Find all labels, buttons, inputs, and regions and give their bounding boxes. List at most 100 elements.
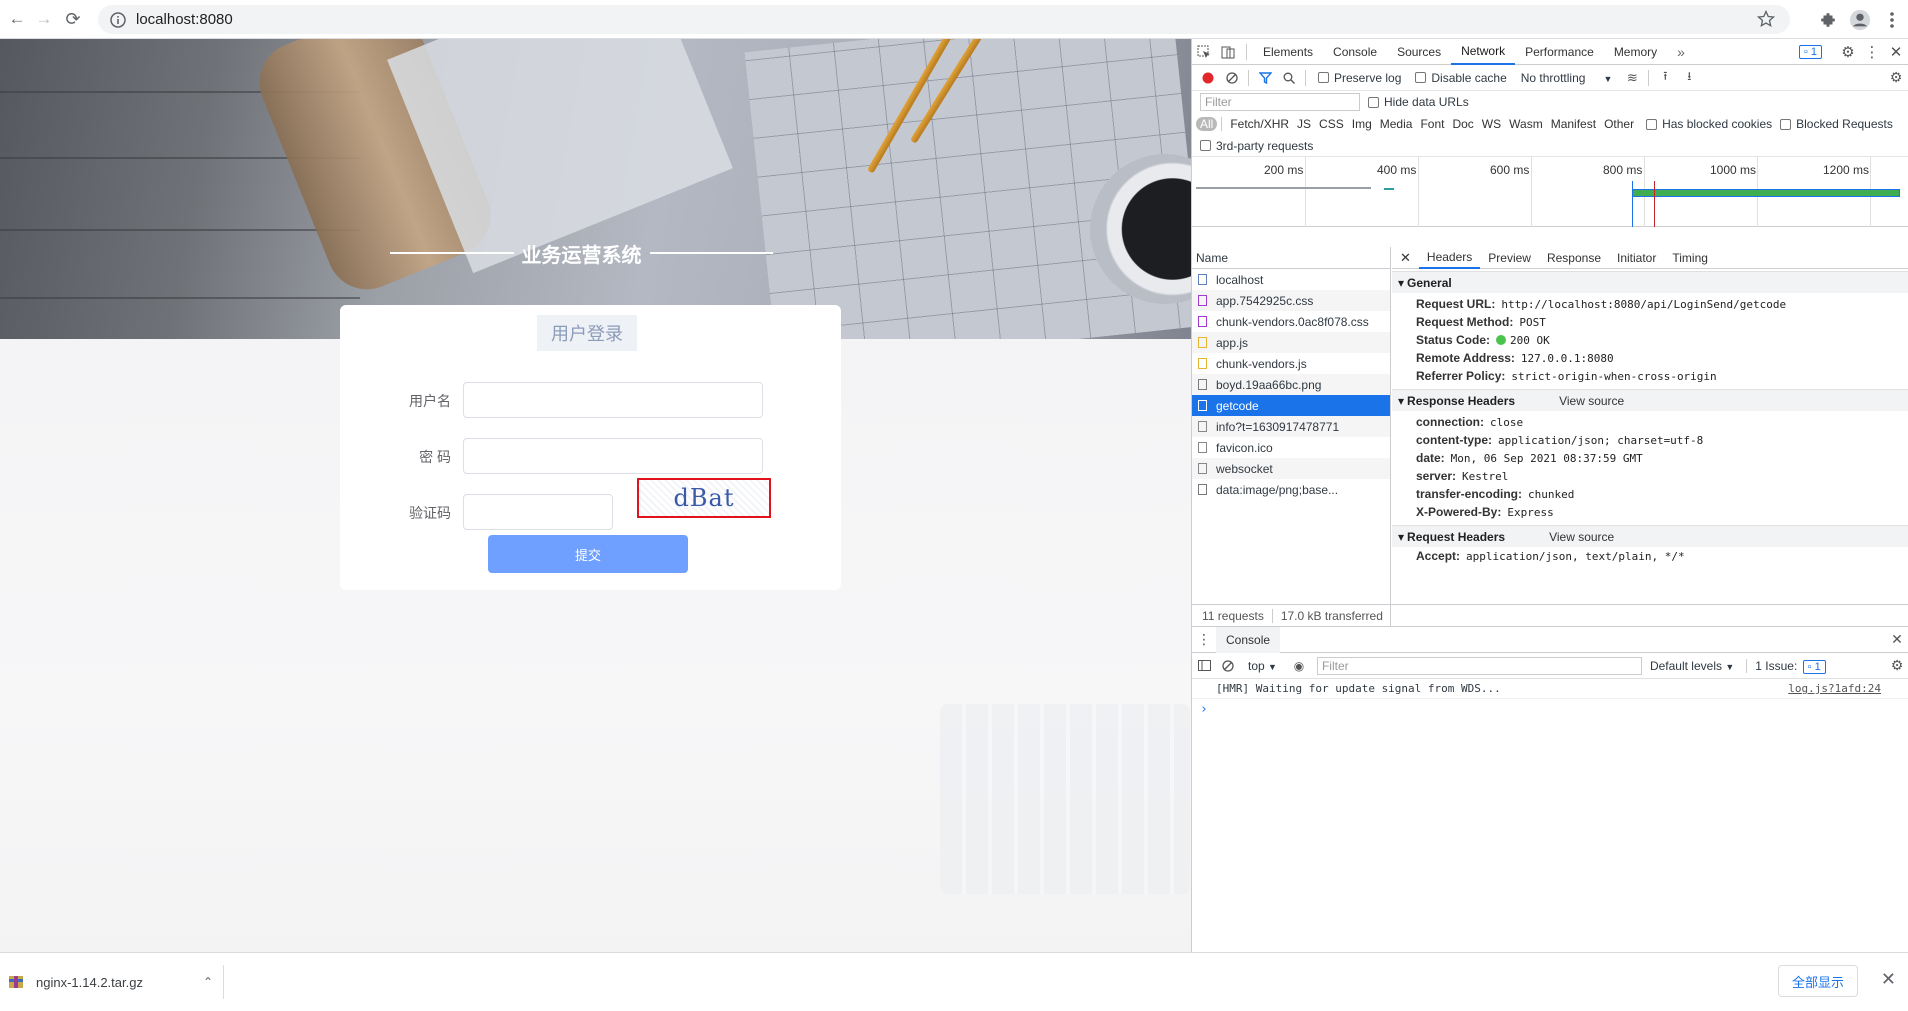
chrome-menu-icon[interactable] — [1876, 3, 1908, 37]
type-wasm[interactable]: Wasm — [1505, 117, 1547, 131]
request-row[interactable]: localhost — [1192, 269, 1390, 290]
tab-preview[interactable]: Preview — [1480, 251, 1539, 265]
live-expression-eye-icon[interactable]: ◉ — [1287, 653, 1311, 679]
close-devtools-icon[interactable]: ✕ — [1884, 39, 1908, 65]
request-name: chunk-vendors.0ac8f078.css — [1216, 314, 1369, 329]
request-row[interactable]: chunk-vendors.0ac8f078.css — [1192, 311, 1390, 332]
download-item[interactable]: nginx-1.14.2.tar.gz ⌃ — [8, 965, 224, 999]
preserve-log-checkbox[interactable] — [1318, 72, 1329, 83]
tab-memory[interactable]: Memory — [1604, 39, 1667, 65]
console-settings-icon[interactable]: ⚙ — [1885, 653, 1908, 679]
timeline-label: 200 ms — [1264, 163, 1304, 177]
import-har-icon[interactable]: ⭱ — [1653, 65, 1677, 91]
network-filter-input[interactable]: Filter — [1200, 93, 1360, 111]
throttling-select[interactable]: No throttling ▼ — [1521, 71, 1613, 85]
type-other[interactable]: Other — [1600, 117, 1638, 131]
request-row[interactable]: chunk-vendors.js — [1192, 353, 1390, 374]
tab-performance[interactable]: Performance — [1515, 39, 1604, 65]
type-img[interactable]: Img — [1348, 117, 1376, 131]
tab-network[interactable]: Network — [1451, 39, 1516, 65]
view-source-link[interactable]: View source — [1559, 394, 1624, 408]
has-blocked-cookies-checkbox[interactable] — [1646, 118, 1658, 130]
general-section-header[interactable]: ▾ General — [1392, 271, 1908, 293]
type-doc[interactable]: Doc — [1448, 117, 1477, 131]
inspect-element-icon[interactable] — [1192, 39, 1216, 65]
tab-initiator[interactable]: Initiator — [1609, 251, 1664, 265]
console-prompt[interactable]: › — [1192, 699, 1908, 719]
password-input[interactable] — [463, 438, 763, 474]
blocked-requests-checkbox[interactable] — [1780, 118, 1792, 130]
close-details-icon[interactable]: ✕ — [1392, 250, 1419, 266]
close-download-shelf-icon[interactable]: ✕ — [1881, 969, 1896, 990]
drawer-tab-console[interactable]: Console — [1216, 626, 1281, 653]
type-manifest[interactable]: Manifest — [1547, 117, 1600, 131]
profile-avatar-icon[interactable] — [1844, 3, 1876, 37]
show-sidebar-icon[interactable] — [1192, 653, 1216, 679]
network-settings-icon[interactable]: ⚙ — [1884, 65, 1908, 91]
reload-button[interactable]: ⟳ — [56, 2, 90, 36]
type-media[interactable]: Media — [1376, 117, 1417, 131]
username-input[interactable] — [463, 382, 763, 418]
response-headers-section-header[interactable]: ▾ Response Headers View source — [1392, 389, 1908, 411]
request-name: data:image/png;base... — [1216, 482, 1339, 497]
request-row[interactable]: info?t=1630917478771 — [1192, 416, 1390, 437]
status-ok-icon — [1496, 335, 1507, 345]
name-column-header[interactable]: Name — [1192, 247, 1390, 269]
log-levels-select[interactable]: Default levels ▼ — [1650, 659, 1734, 673]
filter-funnel-icon[interactable] — [1253, 65, 1277, 91]
tab-console[interactable]: Console — [1323, 39, 1387, 65]
type-ws[interactable]: WS — [1478, 117, 1505, 131]
download-options-chevron-icon[interactable]: ⌃ — [203, 975, 213, 989]
request-row[interactable]: getcode — [1192, 395, 1390, 416]
request-row[interactable]: app.7542925c.css — [1192, 290, 1390, 311]
network-summary: 11 requests 17.0 kB transferred — [1192, 604, 1908, 626]
console-issues-badge[interactable]: 1 Issue: ▫ 1 — [1746, 658, 1826, 674]
type-css[interactable]: CSS — [1315, 117, 1348, 131]
type-all[interactable]: All — [1196, 117, 1218, 131]
address-bar[interactable]: localhost:8080 — [98, 5, 1790, 34]
download-shelf: nginx-1.14.2.tar.gz ⌃ 全部显示 ✕ — [0, 952, 1908, 1011]
more-tabs-icon[interactable]: » — [1667, 39, 1695, 65]
close-drawer-icon[interactable]: ✕ — [1885, 627, 1908, 653]
search-icon[interactable] — [1277, 65, 1301, 91]
request-row[interactable]: data:image/png;base... — [1192, 479, 1390, 500]
network-overview-timeline[interactable]: 200 ms 400 ms 600 ms 800 ms 1000 ms 1200… — [1192, 157, 1908, 227]
drawer-menu-icon[interactable]: ⋮ — [1192, 627, 1216, 653]
settings-gear-icon[interactable]: ⚙ — [1836, 39, 1860, 65]
type-js[interactable]: JS — [1293, 117, 1315, 131]
tab-timing[interactable]: Timing — [1664, 251, 1716, 265]
captcha-input[interactable] — [463, 494, 613, 530]
request-headers-section-header[interactable]: ▾ Request Headers View source — [1392, 525, 1908, 547]
export-har-icon[interactable]: ⭳ — [1677, 65, 1701, 91]
disable-cache-label: Disable cache — [1431, 70, 1507, 85]
request-row[interactable]: websocket — [1192, 458, 1390, 479]
tab-headers[interactable]: Headers — [1418, 247, 1481, 269]
view-source-link[interactable]: View source — [1549, 530, 1614, 544]
type-font[interactable]: Font — [1416, 117, 1448, 131]
tab-sources[interactable]: Sources — [1387, 39, 1451, 65]
captcha-image[interactable]: dBat — [637, 478, 771, 518]
request-row[interactable]: app.js — [1192, 332, 1390, 353]
device-toggle-icon[interactable] — [1216, 39, 1240, 65]
third-party-checkbox[interactable] — [1200, 140, 1211, 151]
issues-badge[interactable]: ▫ 1 — [1798, 44, 1822, 59]
extensions-icon[interactable] — [1812, 3, 1844, 37]
record-icon[interactable] — [1196, 65, 1220, 91]
console-source-link[interactable]: log.js?1afd:24 — [1788, 682, 1881, 695]
tab-response[interactable]: Response — [1539, 251, 1609, 265]
context-select[interactable]: top ▼ — [1248, 659, 1277, 673]
request-row[interactable]: favicon.ico — [1192, 437, 1390, 458]
type-fetch-xhr[interactable]: Fetch/XHR — [1226, 117, 1293, 131]
request-row[interactable]: boyd.19aa66bc.png — [1192, 374, 1390, 395]
devtools-menu-icon[interactable]: ⋮ — [1860, 39, 1884, 65]
show-all-downloads-button[interactable]: 全部显示 — [1778, 965, 1858, 997]
bookmark-star-icon[interactable] — [1756, 9, 1776, 29]
network-conditions-icon[interactable]: ≋ — [1620, 65, 1644, 91]
disable-cache-checkbox[interactable] — [1415, 72, 1427, 83]
submit-button[interactable]: 提交 — [488, 535, 688, 573]
tab-elements[interactable]: Elements — [1253, 39, 1323, 65]
clear-icon[interactable] — [1220, 65, 1244, 91]
console-filter-input[interactable]: Filter — [1316, 656, 1642, 675]
hide-data-urls-checkbox[interactable] — [1368, 96, 1379, 108]
clear-console-icon[interactable] — [1216, 653, 1240, 679]
